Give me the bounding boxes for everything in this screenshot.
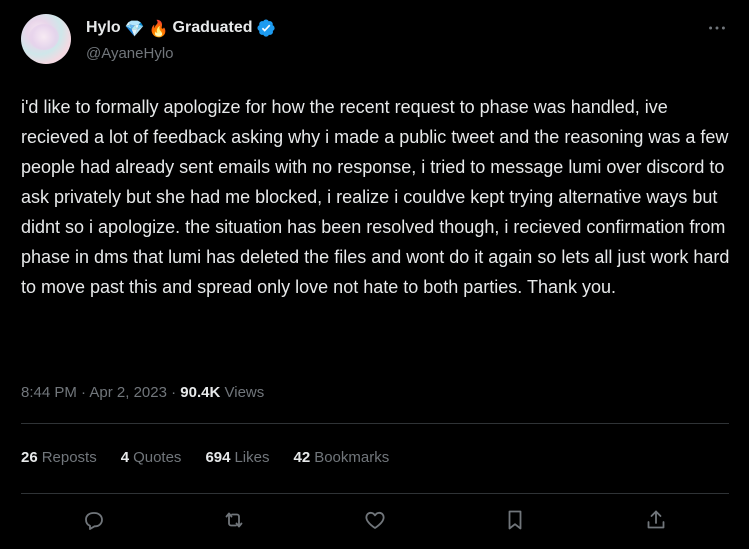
author-handle[interactable]: @AyaneHylo bbox=[86, 45, 174, 62]
share-button[interactable] bbox=[644, 508, 668, 532]
bookmarks-count: 42 bbox=[293, 449, 311, 466]
reposts-label: Reposts bbox=[41, 449, 97, 466]
action-bar bbox=[80, 508, 680, 532]
author-display-name[interactable]: Hylo bbox=[86, 19, 121, 37]
reply-button[interactable] bbox=[82, 508, 106, 532]
fire-emoji-icon: 🔥 bbox=[148, 18, 169, 38]
gem-emoji-icon: 💎 bbox=[124, 18, 145, 38]
quotes-count: 4 bbox=[120, 449, 130, 466]
repost-button[interactable] bbox=[222, 508, 246, 532]
verified-badge-icon[interactable] bbox=[256, 18, 276, 38]
avatar[interactable] bbox=[21, 14, 71, 64]
bookmarks-stat[interactable]: 42 Bookmarks bbox=[294, 447, 390, 469]
bookmark-icon bbox=[508, 510, 522, 530]
tweet-meta: 8:44 PM · Apr 2, 2023 · 90.4K Views bbox=[21, 382, 264, 404]
author-name-row[interactable]: Hylo 💎 🔥 Graduated bbox=[86, 16, 276, 40]
more-options-button[interactable] bbox=[705, 18, 729, 38]
reposts-count: 26 bbox=[21, 449, 38, 466]
tweet-time[interactable]: 8:44 PM bbox=[21, 384, 77, 401]
likes-count: 694 bbox=[205, 449, 231, 466]
reply-icon bbox=[85, 512, 103, 530]
tweet-date[interactable]: Apr 2, 2023 bbox=[89, 384, 167, 401]
quotes-stat[interactable]: 4 Quotes bbox=[121, 447, 182, 469]
bookmark-button[interactable] bbox=[503, 508, 527, 532]
author-name-suffix: Graduated bbox=[172, 19, 253, 36]
tweet-text: i'd like to formally apologize for how t… bbox=[21, 97, 730, 297]
meta-separator: · bbox=[171, 384, 177, 401]
meta-separator: · bbox=[81, 384, 87, 401]
share-icon bbox=[647, 510, 665, 529]
likes-stat[interactable]: 694 Likes bbox=[205, 447, 269, 469]
views-count: 90.4K bbox=[180, 384, 221, 401]
likes-label: Likes bbox=[234, 449, 270, 466]
engagement-stats: 26 Reposts 4 Quotes 694 Likes 42 Bookmarks bbox=[21, 447, 413, 469]
tweet: Hylo 💎 🔥 Graduated @AyaneHylo i'd like t… bbox=[0, 0, 749, 549]
divider bbox=[21, 493, 729, 494]
repost-icon bbox=[225, 512, 243, 528]
bookmarks-label: Bookmarks bbox=[314, 449, 390, 466]
divider bbox=[21, 423, 729, 424]
more-horizontal-icon bbox=[709, 26, 725, 30]
quotes-label: Quotes bbox=[133, 449, 182, 466]
views-label: Views bbox=[224, 384, 265, 401]
like-button[interactable] bbox=[363, 508, 387, 532]
like-icon bbox=[365, 511, 385, 529]
reposts-stat[interactable]: 26 Reposts bbox=[21, 447, 97, 469]
